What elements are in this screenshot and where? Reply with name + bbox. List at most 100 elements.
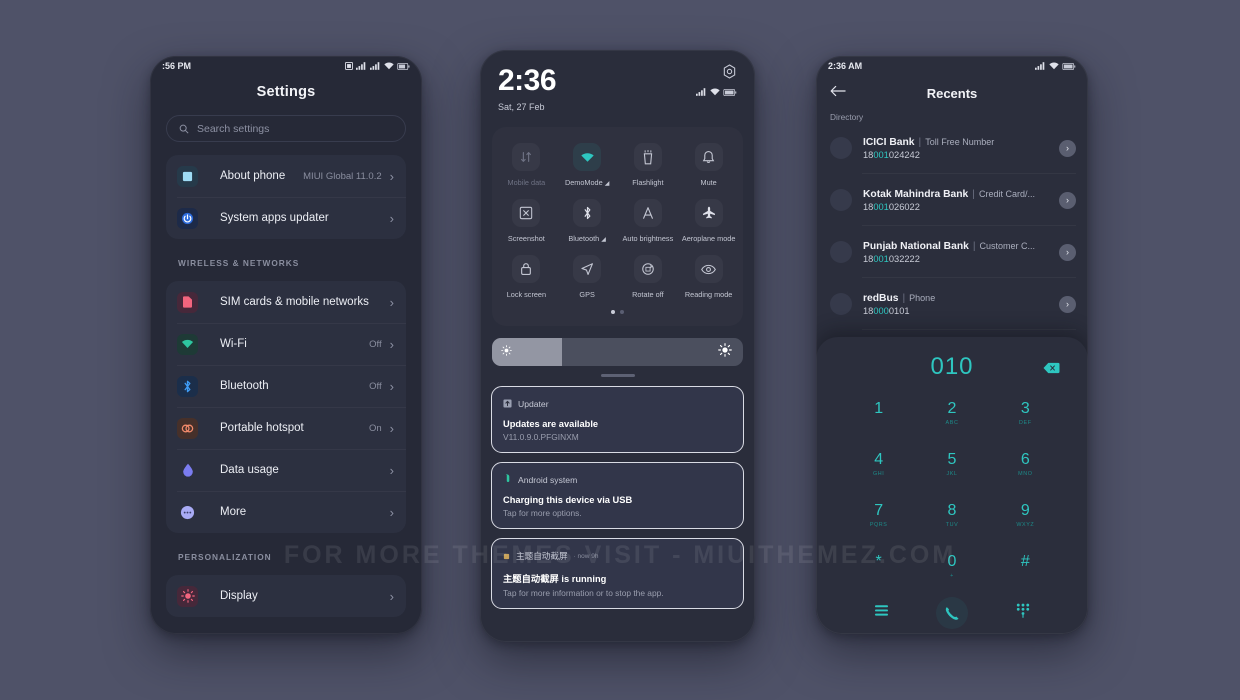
tile-aeroplane-mode[interactable]: Aeroplane mode	[678, 191, 739, 247]
key-letters: MNO	[1018, 471, 1033, 477]
settings-card-wireless: SIM cards & mobile networks › Wi-Fi Off …	[166, 281, 406, 533]
sidebar-item-wifi[interactable]: Wi-Fi Off ›	[166, 323, 406, 365]
screenshot-icon	[512, 199, 541, 227]
dialpad-key-3[interactable]: 3 DEF	[989, 389, 1062, 438]
page-title: Settings	[256, 84, 316, 100]
chevron-right-icon[interactable]: ›	[1059, 191, 1076, 209]
tile-lock-screen[interactable]: Lock screen	[496, 247, 557, 303]
dialpad-key-5[interactable]: 5 JKL	[915, 440, 988, 489]
backspace-icon[interactable]	[1043, 361, 1060, 379]
auto-brightness-icon	[633, 199, 662, 227]
page-dot-2[interactable]	[620, 310, 624, 314]
sidebar-item-bluetooth[interactable]: Bluetooth Off ›	[166, 365, 406, 407]
chevron-right-icon[interactable]: ›	[1059, 139, 1076, 157]
tile-label: Mobile data	[507, 178, 546, 187]
notification-body: Tap for more options.	[503, 508, 582, 518]
list-item[interactable]: Kotak Mahindra Bank | Credit Card/... 1800…	[816, 174, 1088, 226]
caret-icon: ◢	[601, 237, 606, 243]
key-letters: ABC	[945, 420, 959, 426]
tile-label: Lock screen	[506, 290, 547, 299]
tile-mute[interactable]: Mute	[678, 135, 739, 191]
page-dot-1[interactable]	[611, 310, 615, 314]
dialer-bottom-nav	[816, 591, 1088, 629]
list-item[interactable]: Punjab National Bank | Customer C... 18001…	[816, 226, 1088, 278]
sidebar-item-more[interactable]: More ›	[166, 491, 406, 533]
display-brightness-icon	[177, 585, 198, 607]
dialpad-key-1[interactable]: 1	[842, 389, 915, 438]
chevron-right-icon[interactable]: ›	[1059, 295, 1076, 313]
tile-bluetooth[interactable]: Bluetooth ◢	[557, 191, 618, 247]
status-icons	[1035, 62, 1076, 70]
key-letters: TUV	[945, 522, 959, 528]
tile-flashlight[interactable]: Flashlight	[618, 135, 679, 191]
key-digit: #	[1020, 553, 1030, 570]
dialpad-key-2[interactable]: 2 ABC	[915, 389, 988, 438]
sidebar-item-label: About phone	[220, 170, 286, 182]
menu-icon[interactable]	[874, 604, 889, 622]
brightness-slider[interactable]	[492, 338, 743, 366]
gear-icon[interactable]	[722, 64, 737, 84]
keypad-icon[interactable]	[1016, 603, 1030, 623]
panel-grabber[interactable]	[600, 374, 635, 377]
key-letters: PQRS	[869, 522, 888, 528]
sidebar-item-about-phone[interactable]: About phone MIUI Global 11.0.2 ›	[166, 155, 406, 197]
call-button[interactable]	[936, 597, 969, 629]
dialpad: 010 1 2 ABC 3 DEF 4 GHI 5 JKL 6 MNO 7 PQRS 8 TU…	[816, 337, 1088, 634]
dialpad-key-4[interactable]: 4 GHI	[842, 440, 915, 489]
list-item[interactable]: ICICI Bank | Toll Free Number 18001024242 …	[816, 122, 1088, 174]
key-letters: DEF	[1019, 420, 1032, 426]
section-header-wireless: WIRELESS & NETWORKS	[178, 258, 300, 268]
notification-header: Updater	[503, 395, 732, 413]
contact-text: Punjab National Bank | Customer C... 18001…	[863, 241, 1059, 264]
hotspot-state: On	[368, 422, 382, 434]
tile-label: Bluetooth ◢	[568, 234, 606, 243]
tile-auto-brightness[interactable]: Auto brightness	[618, 191, 679, 247]
sidebar-item-system-apps-updater[interactable]: System apps updater ›	[166, 197, 406, 239]
tile-rotate-off[interactable]: Rotate off	[618, 247, 679, 303]
search-input[interactable]: Search settings	[166, 115, 406, 142]
app-dot-icon	[503, 547, 510, 565]
dialpad-key-star[interactable]: *	[842, 542, 915, 591]
dialpad-key-0[interactable]: 0 +	[915, 542, 988, 591]
notification-app-name: 主题自动截屏	[516, 551, 568, 561]
avatar	[830, 241, 852, 263]
dialpad-key-6[interactable]: 6 MNO	[989, 440, 1062, 489]
search-icon	[179, 124, 189, 134]
more-icon	[177, 502, 198, 523]
dialpad-key-8[interactable]: 8 TUV	[915, 491, 988, 540]
quicksettings-header: 2:36 Sat, 27 Feb	[480, 50, 755, 112]
dialpad-key-9[interactable]: 9 WXYZ	[989, 491, 1062, 540]
dialpad-key-hash[interactable]: #	[989, 542, 1062, 591]
dialed-number[interactable]: 010	[930, 353, 973, 381]
sidebar-item-sim-cards[interactable]: SIM cards & mobile networks ›	[166, 281, 406, 323]
tile-screenshot[interactable]: Screenshot	[496, 191, 557, 247]
tile-demomode[interactable]: DemoMode ◢	[557, 135, 618, 191]
tile-label: Screenshot	[507, 234, 545, 243]
notification-theme-autoscreenshot[interactable]: 主题自动截屏 · now 9h 主题自动截屏 is running Tap fo…	[491, 538, 744, 609]
dialpad-keys: 1 2 ABC 3 DEF 4 GHI 5 JKL 6 MNO 7 PQRS 8 TUV 9 W…	[816, 387, 1088, 591]
sidebar-item-label: Bluetooth	[220, 380, 269, 392]
flashlight-icon	[633, 143, 662, 171]
data-usage-icon	[177, 460, 198, 481]
tile-reading-mode[interactable]: Reading mode	[678, 247, 739, 303]
contact-name-line: Kotak Mahindra Bank | Credit Card/...	[863, 188, 1035, 200]
list-item[interactable]: redBus | Phone 180000101 ›	[816, 278, 1088, 330]
notification-updater[interactable]: Updater Updates are available V11.0.9.0.…	[491, 386, 744, 453]
chevron-right-icon: ›	[389, 210, 394, 226]
tile-gps[interactable]: GPS	[557, 247, 618, 303]
notification-body: Tap for more information or to stop the …	[503, 588, 664, 598]
clock-date: Sat, 27 Feb	[498, 102, 545, 112]
clock-time: 2:36	[498, 64, 557, 97]
contact-text: ICICI Bank | Toll Free Number 18001024242	[863, 137, 1059, 160]
key-letters: +	[950, 573, 954, 579]
sidebar-item-data-usage[interactable]: Data usage ›	[166, 449, 406, 491]
dialpad-key-7[interactable]: 7 PQRS	[842, 491, 915, 540]
chevron-right-icon[interactable]: ›	[1059, 243, 1076, 261]
tile-label: Auto brightness	[622, 234, 674, 243]
settings-screen: :56 PM Settings Search settings About ph…	[150, 56, 422, 634]
notification-android-system[interactable]: Android system Charging this device via …	[491, 462, 744, 529]
sidebar-item-display[interactable]: Display ›	[166, 575, 406, 617]
sidebar-item-portable-hotspot[interactable]: Portable hotspot On ›	[166, 407, 406, 449]
key-letters: JKL	[946, 471, 958, 477]
tile-mobile-data[interactable]: Mobile data	[496, 135, 557, 191]
